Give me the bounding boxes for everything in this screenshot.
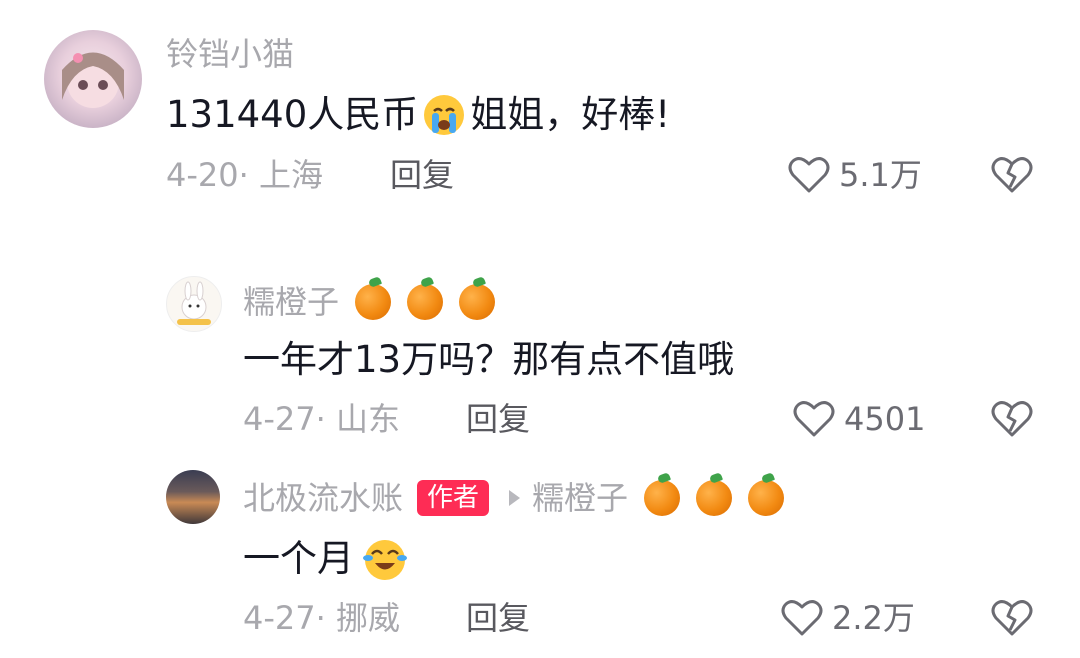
orange-emoji	[459, 284, 496, 320]
date-location: 4-27· 山东	[243, 400, 400, 438]
reply-button[interactable]: 回复	[466, 598, 530, 638]
date-location: 4-20· 上海	[166, 156, 323, 194]
username-row: 糯橙子	[243, 282, 496, 322]
heart-icon	[793, 401, 835, 437]
like-button[interactable]: 4501	[792, 399, 925, 439]
author-tag: 作者	[417, 480, 490, 516]
comment-text-part: 一个月	[243, 537, 354, 580]
orange-emoji	[355, 284, 392, 320]
reply-arrow-icon	[509, 490, 521, 506]
orange-emoji	[748, 480, 785, 516]
dislike-button[interactable]	[990, 598, 1034, 638]
orange-emoji	[407, 284, 444, 320]
comment-text: 一年才13万吗？那有点不值哦	[243, 338, 735, 381]
like-button[interactable]: 5.1万	[787, 155, 922, 195]
avatar[interactable]	[166, 276, 222, 332]
username[interactable]: 铃铛小猫	[166, 34, 294, 74]
like-count: 4501	[844, 400, 926, 438]
crying-face-emoji	[422, 93, 466, 137]
like-button[interactable]: 2.2万	[780, 598, 915, 638]
avatar[interactable]	[166, 470, 220, 524]
orange-emoji	[644, 480, 681, 516]
reply-button[interactable]: 回复	[390, 155, 454, 195]
reply-button[interactable]: 回复	[466, 399, 530, 439]
heart-icon	[788, 157, 830, 193]
dislike-button[interactable]	[990, 155, 1034, 195]
comment-text: 一个月	[243, 536, 408, 582]
comment-thread: 铃铛小猫 131440人民币 姐姐，好棒! 4-20· 上海 回复 5.1万 糯…	[0, 0, 1080, 658]
broken-heart-icon	[991, 401, 1033, 437]
laughing-tears-emoji	[362, 536, 408, 582]
like-count: 5.1万	[839, 156, 922, 194]
reply-to-username[interactable]: 糯橙子	[532, 478, 628, 518]
comment-text-part: 131440人民币	[166, 93, 419, 136]
username-row: 北极流水账 作者 糯橙子	[243, 478, 785, 518]
orange-emoji	[696, 480, 733, 516]
dislike-button[interactable]	[990, 399, 1034, 439]
broken-heart-icon	[991, 157, 1033, 193]
avatar[interactable]	[44, 30, 142, 128]
username[interactable]: 糯橙子	[243, 282, 339, 322]
like-count: 2.2万	[832, 599, 915, 637]
comment-text: 131440人民币 姐姐，好棒!	[166, 92, 670, 138]
heart-icon	[781, 600, 823, 636]
broken-heart-icon	[991, 600, 1033, 636]
username[interactable]: 北极流水账	[243, 478, 403, 518]
date-location: 4-27· 挪威	[243, 599, 400, 637]
comment-text-part: 姐姐，好棒!	[470, 93, 671, 136]
